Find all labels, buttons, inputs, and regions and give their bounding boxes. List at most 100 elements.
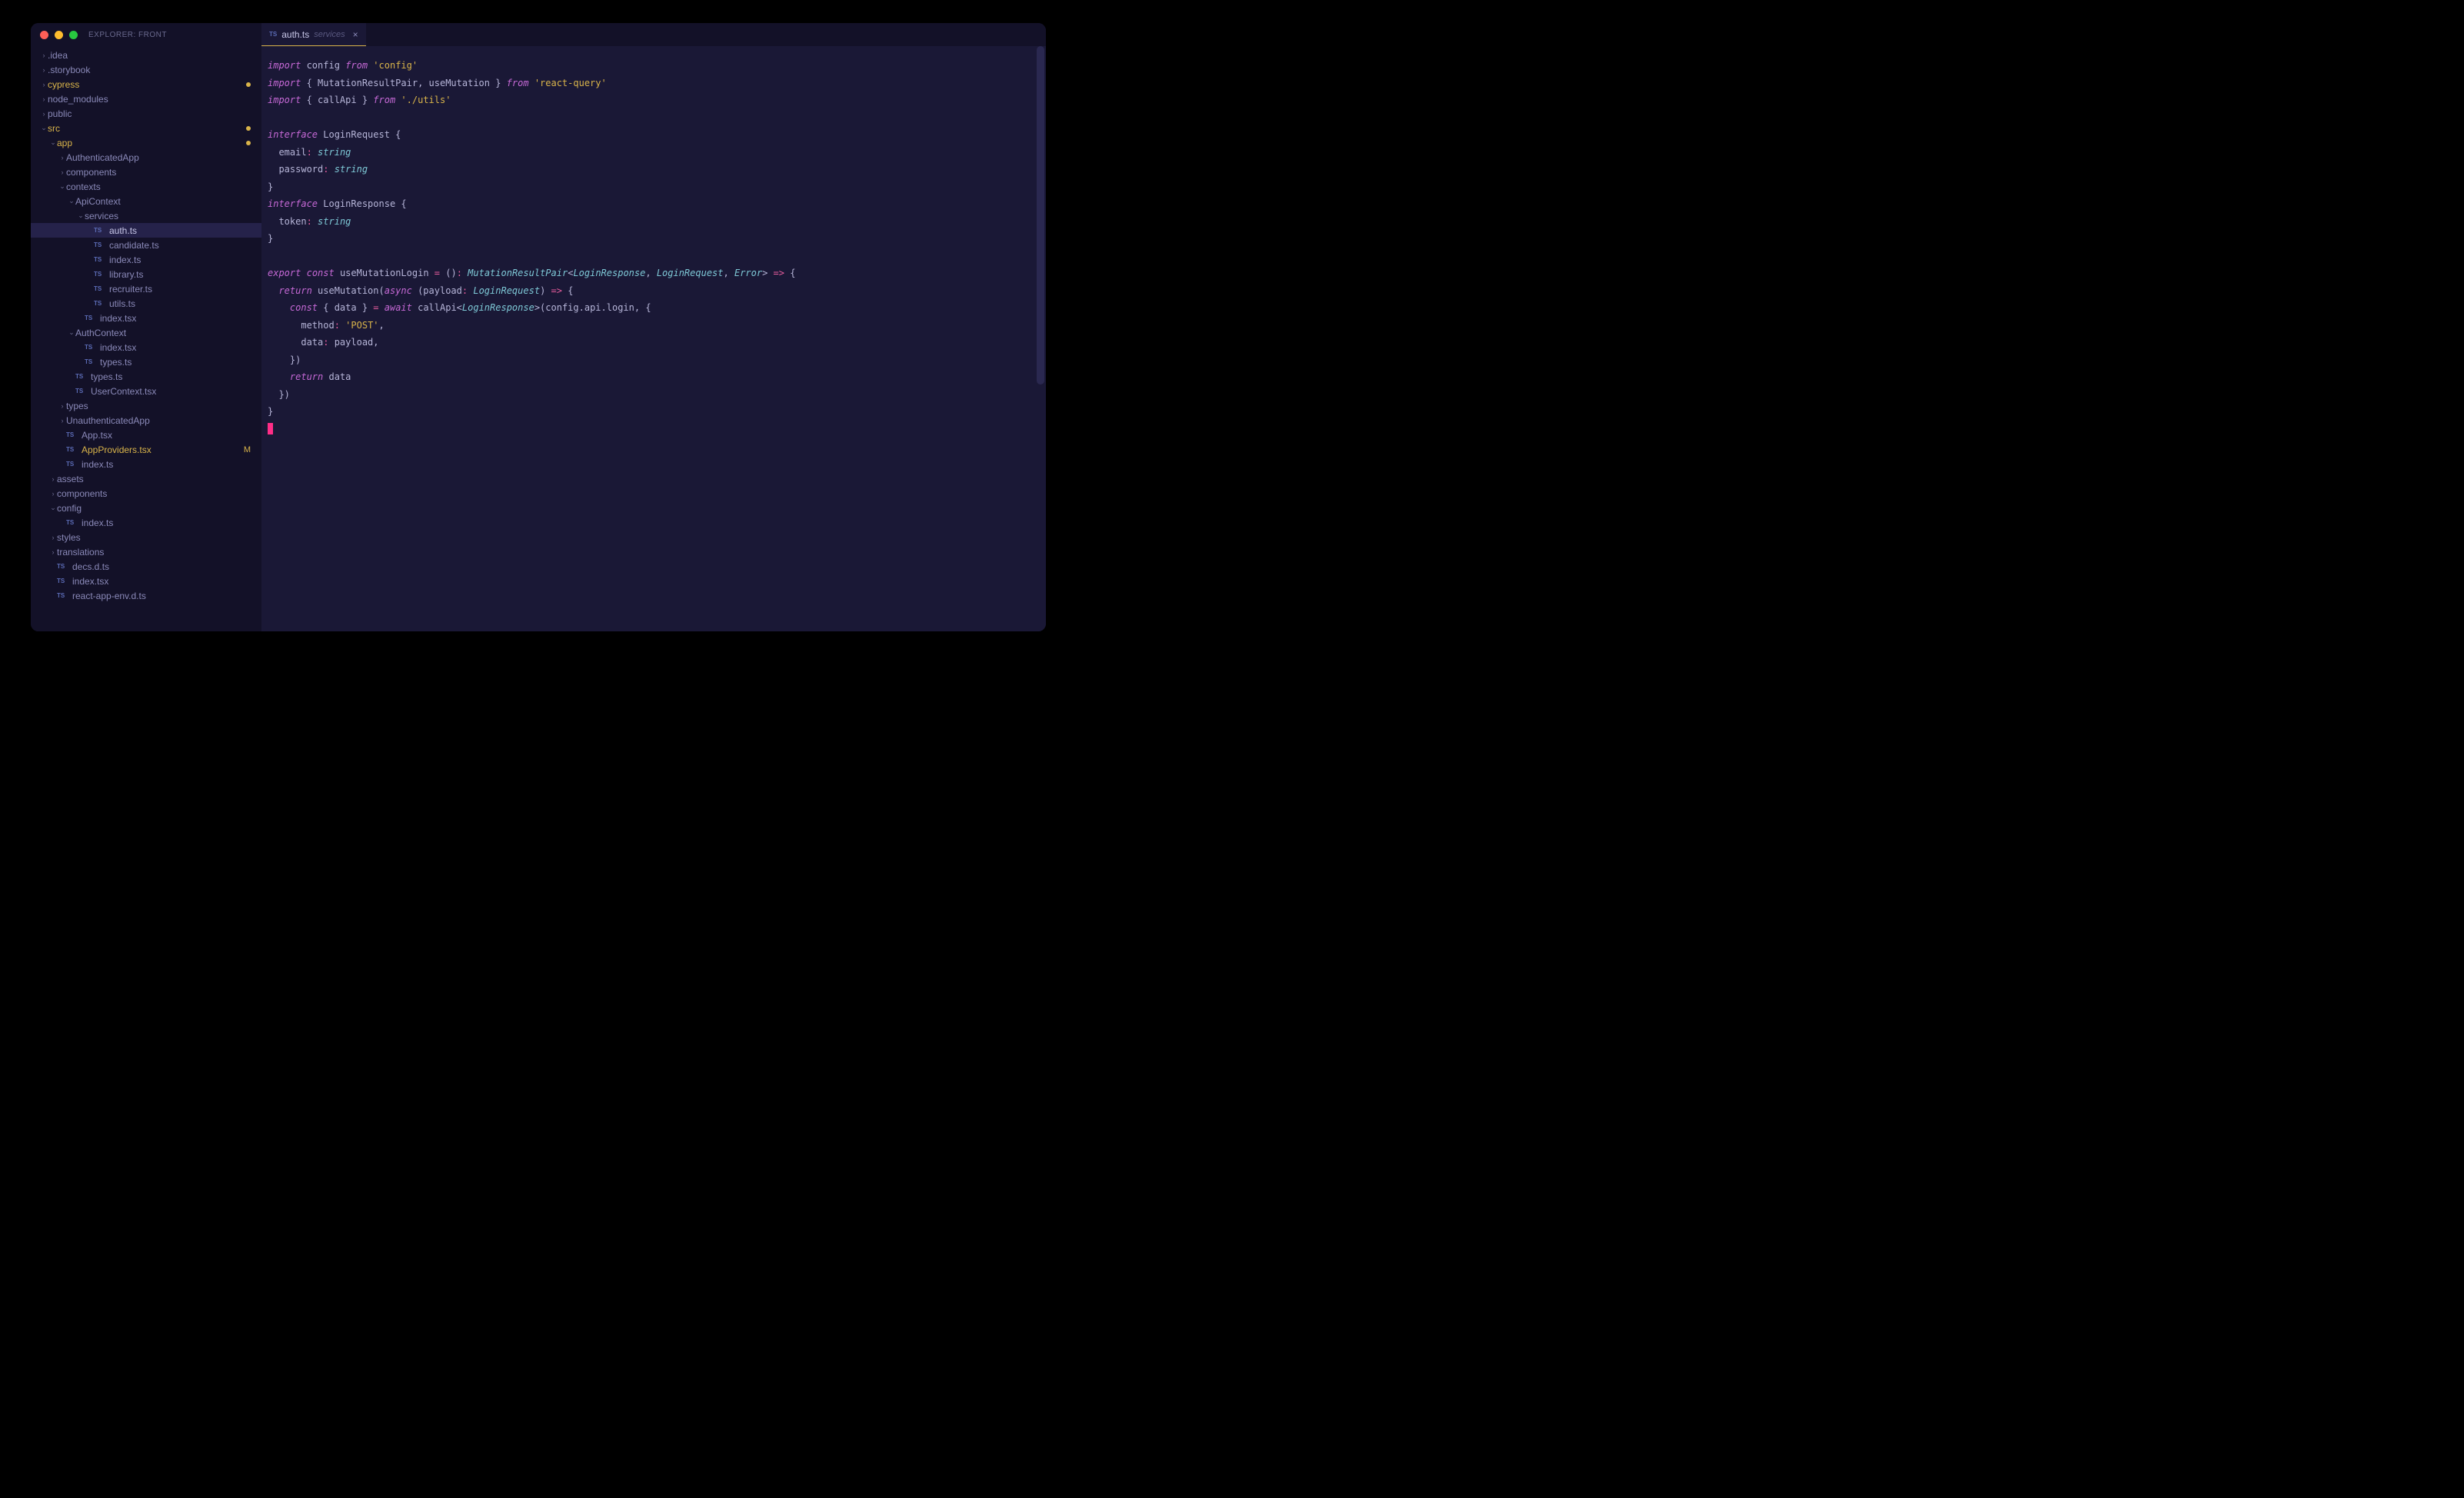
tree-item[interactable]: ⌄services [31, 208, 261, 223]
tree-item[interactable]: ›public [31, 106, 261, 121]
tree-item[interactable]: TSindex.tsx [31, 311, 261, 325]
tree-item-label: library.ts [109, 269, 261, 280]
tree-item[interactable]: TS App.tsx [31, 428, 261, 442]
tree-item[interactable]: ›types [31, 398, 261, 413]
maximize-window-button[interactable] [69, 31, 78, 39]
chevron-right-icon: › [40, 81, 48, 88]
tree-item-label: public [48, 108, 261, 119]
chevron-right-icon: › [40, 52, 48, 59]
tree-item[interactable]: TSdecs.d.ts [31, 559, 261, 574]
tree-item-label: index.tsx [100, 342, 261, 353]
tree-item-label: .idea [48, 50, 261, 61]
chevron-down-icon: ⌄ [68, 328, 75, 337]
typescript-icon: TS [66, 431, 78, 440]
tree-item[interactable]: ›node_modules [31, 92, 261, 106]
typescript-icon: TS [75, 387, 88, 396]
typescript-icon: TS [66, 460, 78, 469]
git-modified-dot [246, 126, 251, 131]
close-tab-icon[interactable]: × [353, 29, 358, 40]
tree-item[interactable]: ›styles [31, 530, 261, 544]
tree-item[interactable]: TSreact-app-env.d.ts [31, 588, 261, 603]
git-modified-badge: M [244, 445, 251, 454]
tree-item-label: types.ts [91, 371, 261, 382]
tree-item[interactable]: TStypes.ts [31, 369, 261, 384]
tree-item[interactable]: ›.storybook [31, 62, 261, 77]
tree-item[interactable]: ›cypress [31, 77, 261, 92]
tree-item[interactable]: TSindex.tsx [31, 574, 261, 588]
tree-item-label: UnauthenticatedApp [66, 415, 261, 426]
git-modified-dot [246, 82, 251, 87]
chevron-right-icon: › [58, 402, 66, 410]
tree-item-label: src [48, 123, 261, 134]
tree-item-label: .storybook [48, 65, 261, 75]
tree-item-label: config [57, 503, 261, 514]
tab-bar: TS auth.ts services × [261, 23, 1046, 46]
tree-item-label: index.ts [82, 518, 261, 528]
tab-auth-ts[interactable]: TS auth.ts services × [261, 23, 366, 46]
tree-item[interactable]: ⌄AuthContext [31, 325, 261, 340]
tree-item[interactable]: ›.idea [31, 48, 261, 62]
tree-item[interactable]: TSauth.ts [31, 223, 261, 238]
chevron-down-icon: ⌄ [40, 124, 48, 132]
tab-path: services [314, 30, 345, 39]
tree-item[interactable]: ⌄ApiContext [31, 194, 261, 208]
tree-item-label: AuthenticatedApp [66, 152, 261, 163]
tree-item-label: react-app-env.d.ts [72, 591, 261, 601]
tree-item[interactable]: TStypes.ts [31, 355, 261, 369]
file-tree[interactable]: ›.idea›.storybook›cypress›node_modules›p… [31, 46, 261, 631]
tree-item[interactable]: TSindex.ts [31, 515, 261, 530]
tree-item[interactable]: TSrecruiter.ts [31, 281, 261, 296]
tree-item-label: translations [57, 547, 261, 558]
tree-item-label: utils.ts [109, 298, 261, 309]
tree-item[interactable]: ›assets [31, 471, 261, 486]
tree-item[interactable]: ›components [31, 165, 261, 179]
tree-item[interactable]: TSAppProviders.tsxM [31, 442, 261, 457]
tree-item[interactable]: ⌄src [31, 121, 261, 135]
typescript-icon: TS [75, 372, 88, 381]
typescript-icon: TS [57, 577, 69, 586]
close-window-button[interactable] [40, 31, 48, 39]
editor-area: TS auth.ts services × import config from… [261, 23, 1046, 631]
tree-item-label: app [57, 138, 261, 148]
code-editor[interactable]: import config from 'config'import { Muta… [261, 46, 1046, 631]
chevron-right-icon: › [49, 490, 57, 498]
tree-item[interactable]: TSUserContext.tsx [31, 384, 261, 398]
tree-item[interactable]: ⌄app [31, 135, 261, 150]
chevron-right-icon: › [58, 154, 66, 161]
tree-item[interactable]: ›components [31, 486, 261, 501]
tree-item[interactable]: ›translations [31, 544, 261, 559]
tree-item-label: contexts [66, 181, 261, 192]
typescript-icon: TS [57, 591, 69, 601]
tree-item[interactable]: ›UnauthenticatedApp [31, 413, 261, 428]
sidebar: EXPLORER: FRONT ›.idea›.storybook›cypres… [31, 23, 261, 631]
tree-item-label: components [57, 488, 261, 499]
typescript-icon: TS [94, 255, 106, 265]
chevron-down-icon: ⌄ [49, 504, 57, 512]
tree-item[interactable]: ›AuthenticatedApp [31, 150, 261, 165]
chevron-right-icon: › [40, 95, 48, 103]
tree-item-label: cypress [48, 79, 261, 90]
tree-item-label: App.tsx [82, 430, 261, 441]
typescript-icon: TS [57, 562, 69, 571]
tree-item-label: UserContext.tsx [91, 386, 261, 397]
tree-item-label: AuthContext [75, 328, 261, 338]
tree-item[interactable]: TSindex.ts [31, 252, 261, 267]
tree-item[interactable]: TSindex.ts [31, 457, 261, 471]
scrollbar-track[interactable] [1037, 46, 1044, 631]
tree-item[interactable]: TSutils.ts [31, 296, 261, 311]
chevron-right-icon: › [58, 168, 66, 176]
typescript-icon: TS [94, 270, 106, 279]
minimize-window-button[interactable] [55, 31, 63, 39]
tree-item[interactable]: TScandidate.ts [31, 238, 261, 252]
tree-item[interactable]: ⌄contexts [31, 179, 261, 194]
tree-item[interactable]: ⌄config [31, 501, 261, 515]
tree-item-label: ApiContext [75, 196, 261, 207]
editor-window: EXPLORER: FRONT ›.idea›.storybook›cypres… [31, 23, 1046, 631]
tree-item[interactable]: TSlibrary.ts [31, 267, 261, 281]
tree-item-label: AppProviders.tsx [82, 444, 261, 455]
tree-item[interactable]: TSindex.tsx [31, 340, 261, 355]
typescript-icon: TS [94, 226, 106, 235]
scrollbar-thumb[interactable] [1037, 46, 1044, 384]
tree-item-label: decs.d.ts [72, 561, 261, 572]
typescript-icon: TS [85, 314, 97, 323]
